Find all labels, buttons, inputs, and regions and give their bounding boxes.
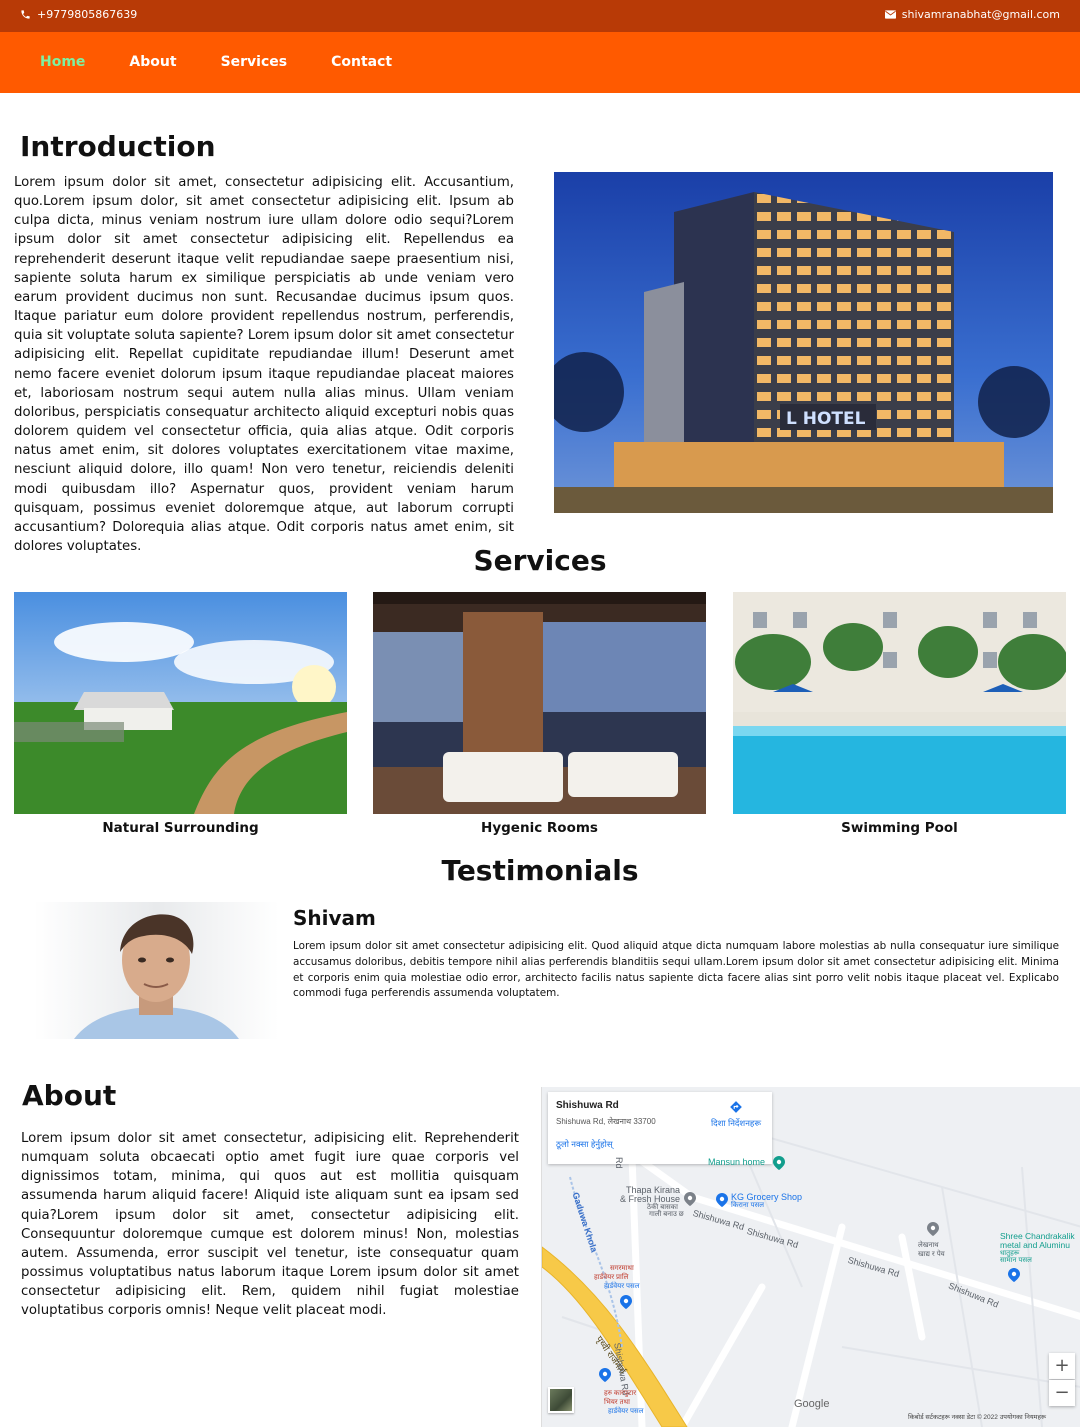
natural-surrounding-image [14, 592, 347, 814]
directions-icon [708, 1100, 764, 1116]
nav-item-home[interactable]: Home [40, 54, 85, 70]
place-title: Shishuwa Rd [556, 1100, 619, 1111]
embedded-map[interactable]: Shishuwa Rd Shishuwa Rd, लेखनाथ 33700 ठू… [541, 1087, 1080, 1427]
zoom-out-button[interactable]: − [1049, 1380, 1075, 1406]
nav-item-contact[interactable]: Contact [331, 54, 392, 70]
map-poi-bottom: हरु कारपुटार [604, 1390, 637, 1397]
nav-item-services[interactable]: Services [221, 54, 288, 70]
service-caption: Swimming Pool [841, 820, 958, 836]
service-caption: Natural Surrounding [102, 820, 259, 836]
map-pin-icon[interactable] [620, 1294, 632, 1313]
map-poi-hardware: हार्डवेयर पसल [604, 1283, 640, 1290]
map-footer[interactable]: किबोर्ड सर्टकटहरू नक्सा डेटा © 2022 उपयो… [908, 1412, 1046, 1421]
google-logo: Google [794, 1398, 830, 1410]
map-poi-thapa-sub2: गाली बनाउ छ [649, 1211, 684, 1218]
service-card-pool[interactable]: Swimming Pool [733, 592, 1066, 836]
map-pin-icon[interactable] [1008, 1267, 1020, 1286]
directions-label: दिशा निर्देशनहरू [710, 1118, 762, 1128]
map-poi-kg-grocery[interactable]: KG Grocery Shop [731, 1192, 802, 1202]
phone-number: +9779805867639 [37, 8, 138, 21]
map-poi-lekhnath: लेखनाथ [918, 1242, 939, 1249]
map-road-label: Rd [614, 1157, 624, 1169]
map-poi-bottom: हार्डवेयर पसल [608, 1408, 644, 1415]
larger-map-link[interactable]: ठूलो नक्सा हेर्नुहोस् [556, 1139, 613, 1150]
phone-icon [20, 9, 31, 20]
map-poi-shree: सामान पसल [1000, 1257, 1032, 1264]
swimming-pool-image [733, 592, 1066, 814]
service-card-natural[interactable]: Natural Surrounding [14, 592, 347, 836]
about-heading: About [22, 1079, 117, 1112]
hotel-sign: L HOTEL [786, 409, 866, 429]
hotel-image: L HOTEL [554, 172, 1053, 513]
service-caption: Hygenic Rooms [481, 820, 598, 836]
map-pin-icon[interactable] [927, 1221, 939, 1240]
main-navbar: Home About Services Contact [0, 32, 1080, 93]
service-card-rooms[interactable]: Hygenic Rooms [373, 592, 706, 836]
place-info-card: Shishuwa Rd Shishuwa Rd, लेखनाथ 33700 ठू… [548, 1092, 772, 1164]
testimonial-text: Lorem ipsum dolor sit amet consectetur a… [293, 940, 1059, 1000]
zoom-in-button[interactable]: + [1049, 1353, 1075, 1379]
map-poi-lekhnath: खाद्य र पेय [918, 1251, 945, 1258]
place-address: Shishuwa Rd, लेखनाथ 33700 [556, 1117, 656, 1126]
phone-contact[interactable]: +9779805867639 [20, 8, 137, 21]
introduction-text: Lorem ipsum dolor sit amet, consectetur … [14, 175, 515, 554]
email-address: shivamranabhat@gmail.com [901, 8, 1060, 21]
map-poi-shree[interactable]: metal and Aluminu [1000, 1240, 1070, 1250]
hygenic-rooms-image [373, 592, 706, 814]
map-pin-icon[interactable] [716, 1192, 728, 1211]
email-contact[interactable]: shivamranabhat@gmail.com [884, 8, 1060, 21]
map-poi-hardware: सगरमाथा [610, 1265, 634, 1272]
map-poi-mansun-home[interactable]: Mansun home [708, 1157, 765, 1167]
testimonial-author: Shivam [293, 906, 376, 930]
map-poi-fresh-house[interactable]: & Fresh House [620, 1194, 680, 1204]
testimonial-avatar [34, 902, 279, 1039]
satellite-toggle[interactable] [548, 1387, 574, 1413]
services-heading: Services [473, 544, 607, 577]
map-poi-hardware: हार्डवेयर प्रालि [594, 1274, 629, 1281]
map-poi-kg-sub: किराना पसल [731, 1202, 764, 1209]
map-poi-bottom: भियर तथा [604, 1399, 630, 1406]
nav-menu: Home About Services Contact [40, 54, 436, 70]
directions-button[interactable]: दिशा निर्देशनहरू [708, 1100, 764, 1129]
map-pin-icon[interactable] [773, 1155, 785, 1174]
envelope-icon [884, 10, 896, 19]
about-text: Lorem ipsum dolor sit amet consectetur, … [21, 1131, 519, 1319]
testimonials-heading: Testimonials [441, 854, 639, 887]
introduction-heading: Introduction [20, 130, 216, 163]
nav-item-about[interactable]: About [129, 54, 176, 70]
map-pin-icon[interactable] [599, 1367, 611, 1386]
contact-bar: +9779805867639 shivamranabhat@gmail.com [0, 0, 1080, 32]
